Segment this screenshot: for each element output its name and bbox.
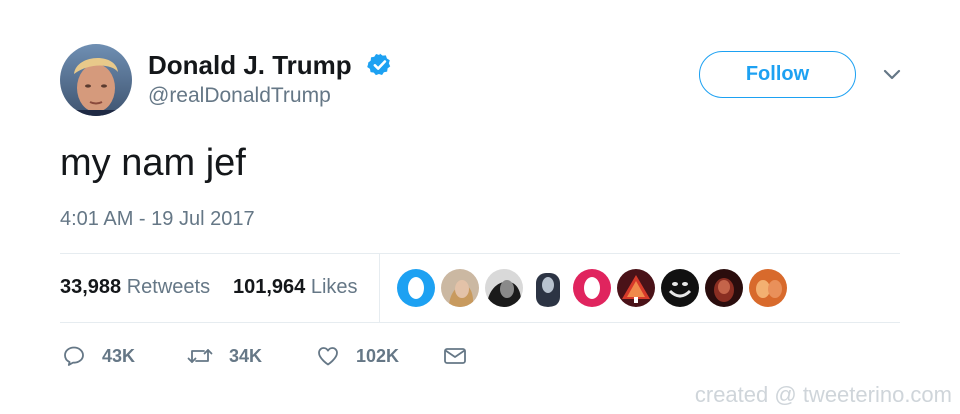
- retweet-button[interactable]: 34K: [187, 339, 262, 373]
- reply-icon: [64, 346, 84, 366]
- retweets-label: Retweets: [126, 276, 211, 298]
- tweet-stats: 33,988 Retweets 101,964 Likes: [60, 253, 900, 323]
- envelope-icon: [444, 348, 466, 364]
- likes-label: Likes: [310, 276, 358, 298]
- reply-count: 43K: [102, 345, 136, 366]
- tweet-text: my nam jef: [60, 142, 246, 184]
- tweet-timestamp[interactable]: 4:01 AM - 19 Jul 2017: [60, 208, 255, 231]
- liker-avatar-1[interactable]: [397, 269, 435, 307]
- verified-badge-icon: [367, 53, 391, 76]
- likes-stat[interactable]: 101,964 Likes: [233, 276, 358, 299]
- retweet-icon: [187, 349, 213, 363]
- follow-button[interactable]: Follow: [699, 51, 856, 98]
- liker-avatar-9[interactable]: [749, 269, 787, 307]
- reply-button[interactable]: 43K: [62, 339, 135, 373]
- liker-avatar-2[interactable]: [441, 269, 479, 307]
- user-handle[interactable]: @realDonaldTrump: [148, 84, 331, 108]
- likes-count: 101,964: [233, 276, 306, 298]
- tweet-card: Donald J. Trump @realDonaldTrump Follow …: [60, 44, 902, 384]
- liker-avatar-4[interactable]: [529, 269, 567, 307]
- heart-icon: [318, 347, 338, 366]
- retweets-stat[interactable]: 33,988 Retweets: [60, 276, 210, 299]
- liker-avatar-8[interactable]: [705, 269, 743, 307]
- liker-avatar-7[interactable]: [661, 269, 699, 307]
- like-count: 102K: [356, 345, 400, 366]
- retweet-count: 34K: [229, 345, 263, 366]
- display-name[interactable]: Donald J. Trump: [148, 50, 352, 81]
- chevron-down-icon[interactable]: [882, 68, 902, 82]
- direct-message-button[interactable]: [442, 339, 468, 373]
- liker-avatar-6[interactable]: [617, 269, 655, 307]
- stats-separator: [379, 253, 380, 323]
- divider: [60, 322, 900, 323]
- avatar[interactable]: [60, 44, 132, 116]
- retweets-count: 33,988: [60, 276, 122, 298]
- liker-avatar-5[interactable]: [573, 269, 611, 307]
- watermark: created @ tweeterino.com: [694, 382, 952, 407]
- tweet-actions: 43K 34K 102K: [60, 339, 900, 373]
- like-button[interactable]: 102K: [316, 339, 399, 373]
- liker-avatar-3[interactable]: [485, 269, 523, 307]
